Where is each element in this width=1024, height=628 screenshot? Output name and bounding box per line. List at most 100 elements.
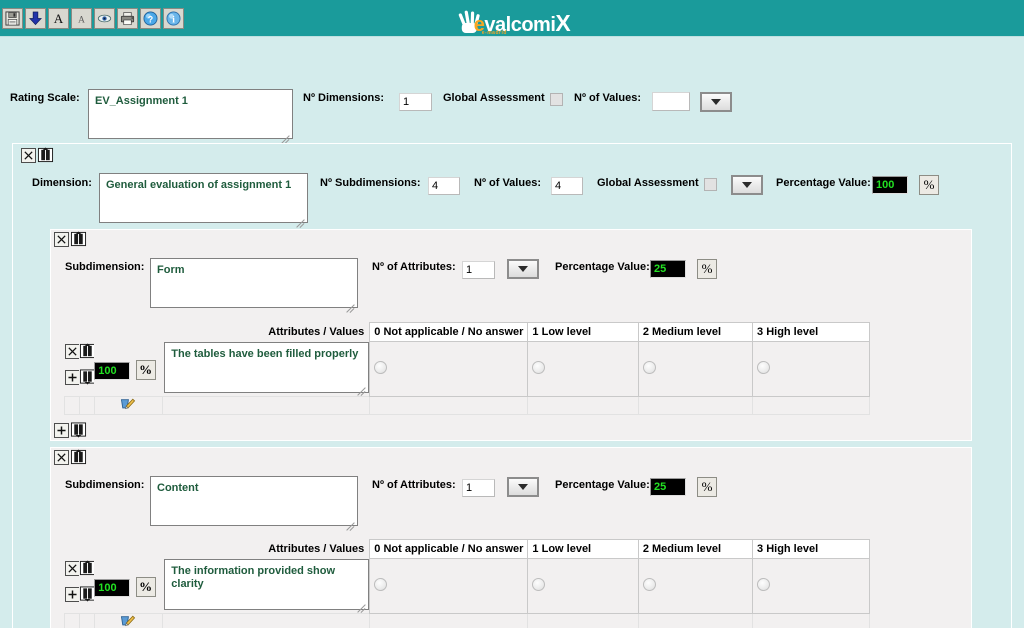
attributes-dropdown-0[interactable] [507,259,539,279]
attribute-edit-cell-0-0 [93,395,163,415]
attribute-radio-1-0-3[interactable] [757,577,771,591]
dimensions-count-input[interactable] [399,93,432,111]
attribute-text-input-0-0[interactable] [164,341,370,393]
attribute-radio-cell-0-0-2[interactable] [637,341,754,397]
attribute-percentage-cell-1-0: 100 [94,558,132,613]
dimension-input[interactable] [99,173,308,223]
subdimension-move-up-button-1[interactable] [70,449,87,465]
info-icon[interactable]: i [163,7,184,29]
attribute-move-down-button-0-0[interactable] [79,368,95,385]
global-assessment-checkbox-top[interactable] [550,93,563,106]
dimension-delete-button[interactable] [21,148,36,163]
attributes-table-1: Attributes / Values 0 Not applicable / N… [64,539,870,628]
svg-text:A: A [54,11,64,26]
move-down-subdimension-button-0[interactable] [70,422,87,438]
attribute-radio-cell-0-0-1[interactable] [527,341,639,397]
values-dropdown-top[interactable] [700,92,732,112]
attr-col-header-0-1: 1 Low level [527,322,639,342]
attr-col-header-1-3: 3 High level [752,539,870,559]
rating-scale-field-wrap [88,89,293,144]
attribute-radio-cell-1-0-1[interactable] [527,558,639,614]
subdimension-input-1[interactable] [150,476,358,526]
subdimension-delete-button-0[interactable] [54,232,69,247]
attribute-delete-button-1-0[interactable] [64,560,80,576]
attribute-radio-1-0-1[interactable] [532,577,546,591]
preview-eye-icon[interactable] [94,7,115,29]
font-large-icon[interactable]: A [48,7,69,29]
chevron-down-icon [518,266,528,272]
attribute-radio-1-0-2[interactable] [642,577,656,591]
dimension-values-dropdown[interactable] [731,175,763,195]
edit-row-spacer-b-0 [78,395,95,415]
subdimension-percentage-label-0: Percentage Value: [555,261,650,273]
print-icon[interactable] [117,7,138,29]
logo-wordmark: evalcomiX e-madrid [474,12,571,36]
subdimensions-count-input[interactable] [428,177,460,195]
download-icon[interactable] [25,7,46,29]
font-small-icon[interactable]: A [71,7,92,29]
attribute-percentage-value-1-0[interactable]: 100 [94,578,131,597]
subdimension-delete-button-1[interactable] [54,450,69,465]
dimensions-count-label: Nº Dimensions: [303,92,385,104]
add-subdimension-button-0[interactable] [54,423,69,438]
dimension-percentage-value[interactable]: 100 [872,176,908,194]
attribute-move-down-button-1-0[interactable] [79,585,95,602]
edit-row-spacer-d-0 [369,395,529,415]
attribute-radio-cell-0-0-3[interactable] [752,341,870,397]
help-icon[interactable]: ? [140,7,161,29]
attribute-percent-button-0-0[interactable]: % [135,360,156,380]
attribute-radio-cell-1-0-2[interactable] [637,558,754,614]
attribute-delete-button-0-0[interactable] [64,343,80,359]
attribute-radio-0-0-3[interactable] [757,360,771,374]
subdimension-input-0[interactable] [150,258,358,308]
attribute-radio-0-0-1[interactable] [532,360,546,374]
attr-col-header-1-0: 0 Not applicable / No answer [369,539,529,559]
attribute-radio-cell-1-0-3[interactable] [752,558,870,614]
attribute-radio-cell-0-0-0[interactable] [369,341,529,397]
attr-col-header-1-1: 1 Low level [527,539,639,559]
attribute-row-buttons-1-0 [64,558,80,613]
edit-row-spacer-c-0 [161,395,371,415]
subdimension-label-1: Subdimension: [65,479,145,491]
attr-col-header-0-2: 2 Medium level [637,322,754,342]
edit-row-spacer-c-1 [161,612,371,628]
subdimension-percent-button-1[interactable]: % [697,477,717,497]
attribute-radio-0-0-2[interactable] [642,360,656,374]
edit-row-spacer-d-1 [369,612,529,628]
edit-row-spacer-f-0 [637,395,754,415]
rating-scale-input[interactable] [88,89,293,139]
dimension-move-up-button[interactable] [37,147,54,163]
attributes-values-header-0: Attributes / Values [162,322,370,342]
subdimension-move-up-button-0[interactable] [70,231,87,247]
values-count-input-top[interactable] [652,92,690,111]
dimension-field-wrap [99,173,308,228]
attribute-add-button-0-0[interactable] [64,369,80,385]
attributes-count-input-1[interactable] [462,479,495,497]
attribute-percent-button-cell-1-0: % [131,558,163,613]
attribute-radio-0-0-0[interactable] [374,360,388,374]
attribute-move-up-button-0-0[interactable] [79,342,95,359]
attribute-move-up-button-1-0[interactable] [79,559,95,576]
attribute-percent-button-1-0[interactable]: % [135,577,156,597]
attributes-count-input-0[interactable] [462,261,495,279]
attributes-dropdown-1[interactable] [507,477,539,497]
attribute-add-button-1-0[interactable] [64,586,80,602]
attribute-percentage-value-0-0[interactable]: 100 [94,361,131,380]
attribute-radio-1-0-0[interactable] [374,577,388,591]
edit-pencil-icon[interactable] [120,397,136,413]
attribute-radio-cell-1-0-0[interactable] [369,558,529,614]
subdimension-percentage-value-0[interactable]: 25 [650,260,686,278]
edit-row-spacer-a-1 [64,612,80,628]
dimension-percent-button[interactable]: % [919,175,939,195]
dimension-label: Dimension: [32,177,92,189]
subdimension-percent-button-0[interactable]: % [697,259,717,279]
rating-scale-label: Rating Scale: [10,92,80,104]
subdimension-percentage-value-1[interactable]: 25 [650,478,686,496]
attribute-edit-row-0-0 [64,395,870,415]
edit-pencil-icon[interactable] [120,614,136,628]
logo-subtitle: e-madrid [481,30,507,36]
save-icon[interactable] [2,7,23,29]
dimension-values-input[interactable] [551,177,583,195]
attribute-text-input-1-0[interactable] [164,558,370,610]
global-assessment-checkbox-dim[interactable] [704,178,717,191]
